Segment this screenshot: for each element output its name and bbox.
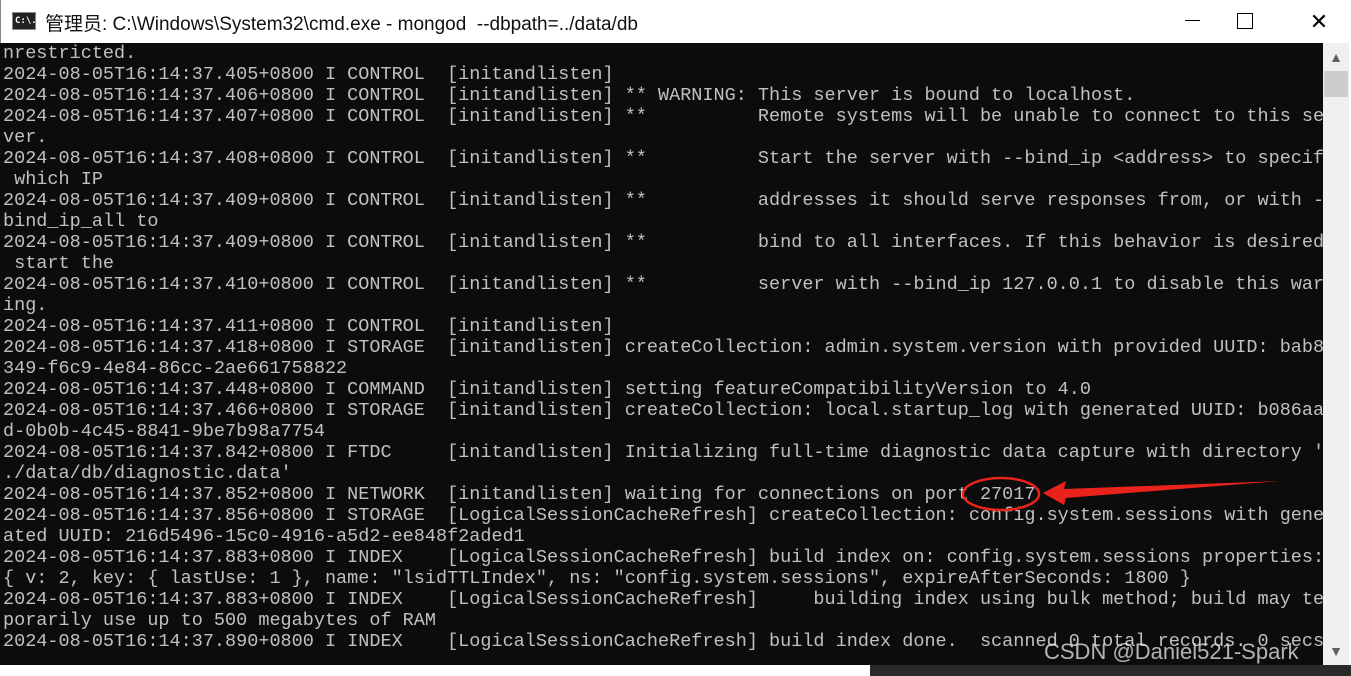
annotation-overlay (961, 476, 1280, 512)
watermark: CSDN @Daniel521-Spark (1044, 639, 1299, 664)
red-arrow-icon (1043, 481, 1280, 505)
highlight-circle (961, 476, 1041, 512)
